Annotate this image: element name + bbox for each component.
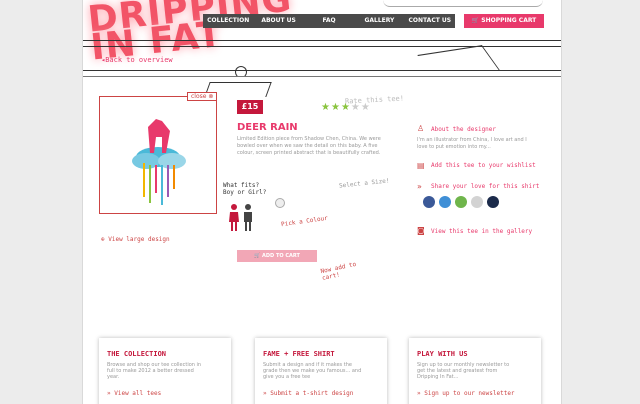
fame-box: FAME + FREE SHIRT Submit a design and if… [255, 338, 387, 404]
about-designer-link[interactable]: About the designer [431, 126, 496, 133]
page-container: DRIPPING IN FAT COLLECTION ABOUT US FAQ … [82, 0, 562, 404]
fit-label-text: What fits? [223, 182, 260, 189]
shopping-cart-label: SHOPPING CART [481, 17, 537, 24]
hanger-icon [235, 66, 247, 78]
nav-faq[interactable]: FAQ [304, 14, 354, 28]
star-icon[interactable]: ★ [331, 102, 341, 113]
fit-label: What fits? Boy or Girl? [223, 182, 266, 196]
back-to-overview-link[interactable]: ◂Back to overview [101, 56, 173, 64]
cart-icon: 🛒 [471, 17, 482, 24]
camera-icon: ◙ [417, 226, 425, 235]
view-all-tees-link[interactable]: » View all tees [107, 390, 161, 397]
nav-collection[interactable]: COLLECTION [203, 14, 253, 28]
header-decoration [383, 0, 543, 7]
product-image[interactable] [99, 96, 217, 214]
main-nav: COLLECTION ABOUT US FAQ GALLERY CONTACT … [203, 14, 455, 28]
newsletter-link[interactable]: » Sign up to our newsletter [417, 390, 515, 397]
cart-icon: 🛒 [254, 253, 263, 259]
fame-heading: FAME + FREE SHIRT [263, 350, 335, 358]
delicious-icon[interactable] [439, 196, 451, 208]
logo[interactable]: DRIPPING IN FAT [86, 0, 297, 69]
view-large-design-label: View large design [108, 236, 170, 243]
fame-text: Submit a design and if it makes the grad… [263, 362, 362, 380]
shopping-cart-button[interactable]: 🛒 SHOPPING CART [464, 14, 544, 28]
now-add-to-cart-label: Now add to cart! [319, 260, 357, 283]
deer-rain-artwork [132, 119, 186, 205]
designer-text: I'm an illustrator from China, I love ar… [417, 137, 527, 150]
sketch-line [83, 46, 561, 47]
collection-heading: THE COLLECTION [107, 350, 167, 358]
nav-about-us[interactable]: ABOUT US [253, 14, 303, 28]
star-icon[interactable]: ★ [321, 102, 331, 113]
collection-text: Browse and shop our tee collection in fu… [107, 362, 202, 380]
play-heading: PLAY WITH US [417, 350, 468, 358]
submit-design-label: Submit a t-shirt design [270, 390, 354, 397]
boy-figure-icon[interactable] [243, 204, 252, 231]
sketch-line [83, 76, 561, 77]
digg-icon[interactable] [455, 196, 467, 208]
stumble-icon[interactable] [471, 196, 483, 208]
price-tag: £15 [237, 100, 263, 114]
close-label: close [191, 93, 207, 100]
wishlist-link[interactable]: Add this tee to your wishlist [431, 162, 536, 169]
girl-figure-icon[interactable] [229, 204, 239, 231]
colour-swatch[interactable] [275, 198, 285, 208]
play-text: Sign up to our monthly newsletter to get… [417, 362, 510, 380]
view-all-tees-label: View all tees [114, 390, 162, 397]
submit-design-link[interactable]: » Submit a t-shirt design [263, 390, 353, 397]
gender-label-text: Boy or Girl? [223, 189, 267, 196]
share-label: Share your love for this shirt [431, 183, 540, 190]
share-arrows-icon: » [417, 182, 422, 191]
add-to-cart-label: ADD TO CART [262, 253, 300, 259]
other-icon[interactable] [487, 196, 499, 208]
product-description: Limited Edition piece from Shadow Chen, … [237, 136, 381, 156]
collection-box: THE COLLECTION Browse and shop our tee c… [99, 338, 231, 404]
rate-this-tee-label: Rate this tee! [344, 94, 405, 106]
pick-colour-label: Pick a Colour [280, 214, 329, 229]
close-button[interactable]: close ⊗ [187, 92, 218, 101]
back-link-label: Back to overview [105, 56, 173, 64]
facebook-icon[interactable] [423, 196, 435, 208]
view-large-design-link[interactable]: ⊕ View large design [101, 236, 170, 243]
newsletter-label: Sign up to our newsletter [424, 390, 515, 397]
add-to-cart-button[interactable]: 🛒 ADD TO CART [237, 250, 317, 262]
sketch-line [83, 40, 561, 41]
person-icon: ♙ [417, 124, 425, 133]
product-title: DEER RAIN [237, 122, 298, 133]
hanger-icon [417, 45, 500, 80]
play-box: PLAY WITH US Sign up to our monthly news… [409, 338, 541, 404]
select-size-label: Select a Size! [338, 177, 390, 190]
wishlist-icon: ▤ [417, 161, 425, 170]
view-in-gallery-link[interactable]: View this tee in the gallery [431, 228, 532, 235]
nav-gallery[interactable]: GALLERY [354, 14, 404, 28]
nav-contact-us[interactable]: CONTACT US [405, 14, 455, 28]
close-icon: ⊗ [208, 93, 214, 100]
